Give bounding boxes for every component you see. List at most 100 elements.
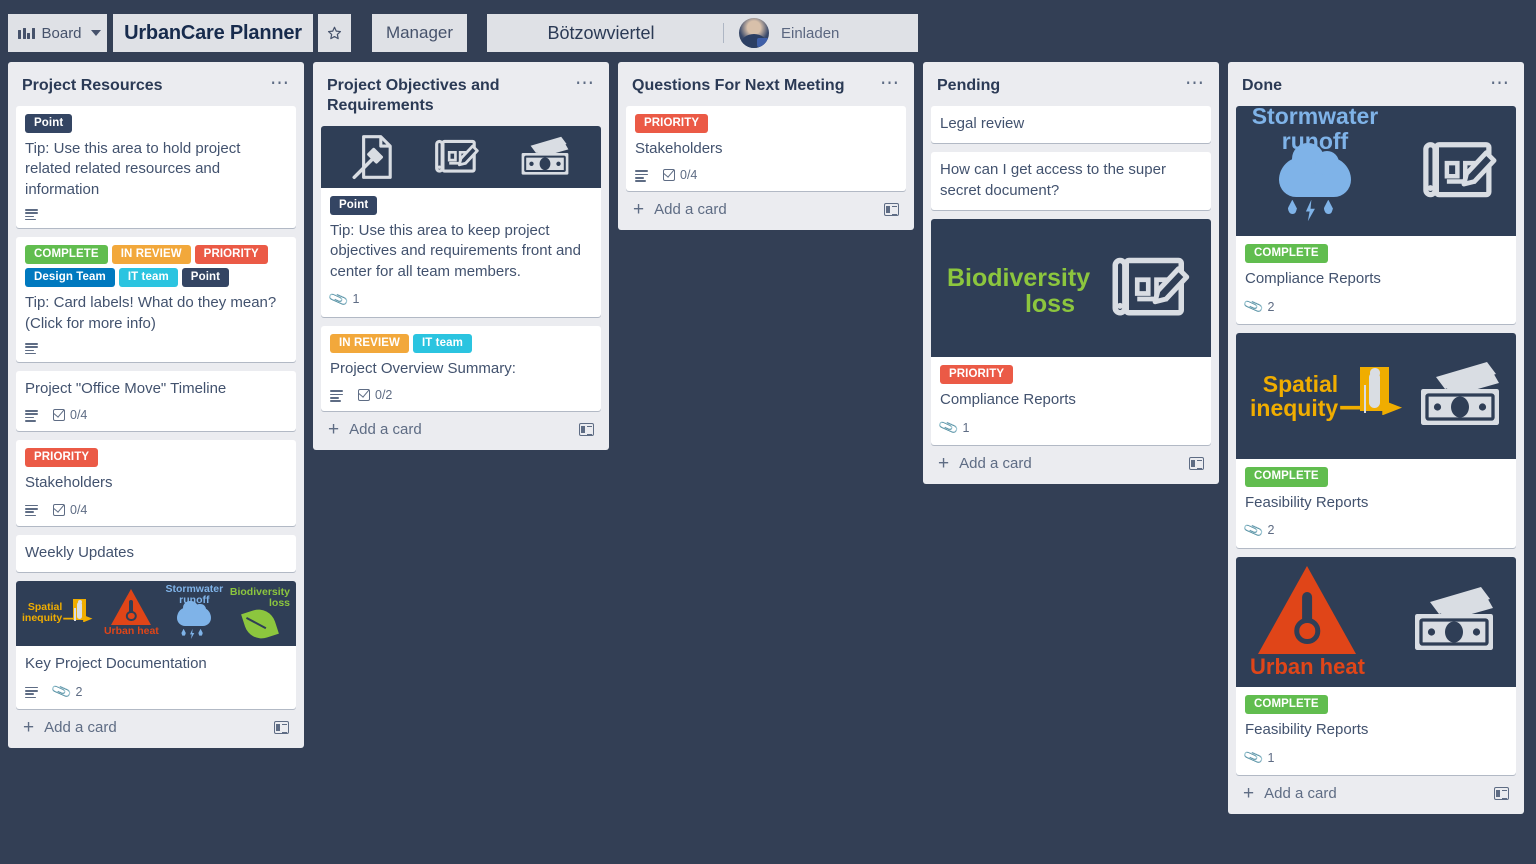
list-menu-icon[interactable]: ⋯ xyxy=(1490,74,1510,93)
card-template-icon[interactable] xyxy=(884,203,899,217)
description-icon xyxy=(25,208,38,221)
stormcloud-icon xyxy=(177,600,212,643)
card-description-badge xyxy=(25,342,38,355)
cover-caption: Urban heat xyxy=(103,625,159,638)
checklist-icon xyxy=(53,503,65,516)
board-card[interactable]: Stormwater runoff COMPLETE Compliance Rep… xyxy=(1236,106,1516,325)
list-cards: Stormwater runoff COMPLETE Compliance Rep… xyxy=(1236,106,1516,776)
description-icon xyxy=(25,686,38,699)
card-label[interactable]: COMPLETE xyxy=(1245,694,1328,715)
blueprint-pencil-icon xyxy=(1418,129,1502,213)
card-title: Project Overview Summary: xyxy=(330,360,516,378)
card-checklist-count: 0/2 xyxy=(375,388,393,403)
card-description-badge xyxy=(330,390,343,402)
card-checklist-count: 0/4 xyxy=(680,168,698,183)
card-label[interactable]: PRIORITY xyxy=(635,114,709,134)
card-label[interactable]: Point xyxy=(181,268,230,288)
card-label[interactable]: COMPLETE xyxy=(25,244,108,265)
board-visibility-button[interactable]: Manager xyxy=(372,14,467,52)
card-attachment-badge: 📎 2 xyxy=(50,680,82,702)
card-label[interactable]: PRIORITY xyxy=(194,244,268,265)
list-title: Project Resources xyxy=(22,77,163,94)
list-header: Done ⋯ xyxy=(1236,70,1516,106)
card-template-icon[interactable] xyxy=(579,423,594,437)
card-labels: Point xyxy=(330,196,592,216)
board-card[interactable]: Point Tip: Use this area to hold project… xyxy=(16,106,296,228)
card-description-badge xyxy=(25,504,38,517)
add-card-button[interactable]: + Add a card xyxy=(626,191,906,224)
add-card-button[interactable]: + Add a card xyxy=(321,411,601,444)
board-card[interactable]: Project "Office Move" Timeline 0/4 xyxy=(16,370,296,432)
list-cards: Legal review How can I get access to the… xyxy=(931,106,1211,446)
add-card-label: Add a card xyxy=(44,719,117,737)
board-switcher-button[interactable]: Board xyxy=(8,14,107,52)
card-badges: 📎 1 xyxy=(937,416,1202,438)
star-board-button[interactable] xyxy=(318,14,351,52)
stormcloud-icon xyxy=(1279,143,1351,233)
board-card[interactable]: PRIORITY Stakeholders 0/4 xyxy=(626,106,906,192)
card-labels: COMPLETE xyxy=(1245,244,1507,264)
list-menu-icon[interactable]: ⋯ xyxy=(270,74,290,93)
card-label[interactable]: IN REVIEW xyxy=(330,333,409,354)
card-labels: IN REVIEW IT team xyxy=(330,333,592,354)
card-label[interactable]: IN REVIEW xyxy=(111,244,191,265)
card-label[interactable]: COMPLETE xyxy=(1245,467,1328,487)
cover-caption: Spatial inequity xyxy=(22,601,63,625)
board-card[interactable]: Weekly Updates xyxy=(16,534,296,572)
board-card[interactable]: Point Tip: Use this area to keep project… xyxy=(321,126,601,317)
avatar[interactable] xyxy=(739,18,769,48)
cover-caption: Biodiversity loss xyxy=(947,263,1091,318)
plus-icon: + xyxy=(633,198,645,220)
board-card[interactable]: Legal review xyxy=(931,106,1211,144)
leaf-icon xyxy=(241,605,279,644)
list-menu-icon[interactable]: ⋯ xyxy=(575,74,595,93)
card-description-badge xyxy=(635,170,648,182)
card-template-icon[interactable] xyxy=(1494,787,1509,801)
list-header: Questions For Next Meeting ⋯ xyxy=(626,70,906,106)
spatial-inequity-icon xyxy=(63,599,97,627)
card-label[interactable]: IT team xyxy=(412,333,472,354)
invite-button[interactable]: Einladen xyxy=(781,25,839,42)
workspace-button[interactable]: Bötzowviertel xyxy=(487,14,715,52)
add-card-button[interactable]: + Add a card xyxy=(16,709,296,742)
attachment-icon: 📎 xyxy=(1242,295,1265,318)
list-menu-icon[interactable]: ⋯ xyxy=(880,74,900,93)
board-card[interactable]: PRIORITY Stakeholders 0/4 xyxy=(16,440,296,526)
card-checklist-badge: 0/4 xyxy=(53,503,87,517)
board-card[interactable]: Urban heat COMPLETE Feasibility Reports … xyxy=(1236,556,1516,776)
card-cover-image: Biodiversity loss xyxy=(931,218,1211,357)
board-card[interactable]: Spatial inequity COMPLETE Feasibility Rep… xyxy=(1236,333,1516,548)
card-label[interactable]: IT team xyxy=(118,268,178,288)
card-template-icon[interactable] xyxy=(1189,457,1204,471)
board-card[interactable]: Spatial inequity Urban heat Stormwater run… xyxy=(16,580,296,710)
card-label[interactable]: COMPLETE xyxy=(1245,244,1328,264)
list-header: Pending ⋯ xyxy=(931,70,1211,106)
board-list: Questions For Next Meeting ⋯ PRIORITY St… xyxy=(618,62,914,231)
card-title: Stakeholders xyxy=(25,474,113,492)
board-title-field[interactable]: UrbanCare Planner xyxy=(113,14,313,52)
card-badges: 0/4 xyxy=(25,408,287,422)
cover-caption: Biodiversity loss xyxy=(229,586,290,610)
board-card[interactable]: IN REVIEW IT team Project Overview Summar… xyxy=(321,325,601,412)
card-title: Tip: Use this area to hold project relat… xyxy=(25,140,241,198)
card-badges: 0/4 xyxy=(25,503,287,517)
card-label[interactable]: PRIORITY xyxy=(25,448,99,468)
card-label[interactable]: PRIORITY xyxy=(940,364,1014,384)
card-label[interactable]: Point xyxy=(25,114,73,134)
board-card[interactable]: Biodiversity loss PRIORITY Compliance Rep… xyxy=(931,218,1211,446)
card-checklist-badge: 0/4 xyxy=(663,168,697,182)
card-attachment-badge: 📎 1 xyxy=(327,288,359,310)
plus-icon: + xyxy=(938,452,950,474)
board-visibility-label: Manager xyxy=(385,23,454,42)
card-template-icon[interactable] xyxy=(274,721,289,735)
card-attachment-count: 1 xyxy=(1267,750,1275,765)
list-menu-icon[interactable]: ⋯ xyxy=(1185,74,1205,93)
card-label[interactable]: Point xyxy=(330,196,378,216)
board-card[interactable]: COMPLETE IN REVIEW PRIORITY Design Team IT t… xyxy=(16,236,296,362)
add-card-button[interactable]: + Add a card xyxy=(1236,775,1516,808)
card-label[interactable]: Design Team xyxy=(25,268,115,288)
add-card-label: Add a card xyxy=(959,455,1032,473)
board-card[interactable]: How can I get access to the super secret… xyxy=(931,152,1211,210)
add-card-button[interactable]: + Add a card xyxy=(931,445,1211,478)
card-labels: COMPLETE xyxy=(1245,467,1507,487)
